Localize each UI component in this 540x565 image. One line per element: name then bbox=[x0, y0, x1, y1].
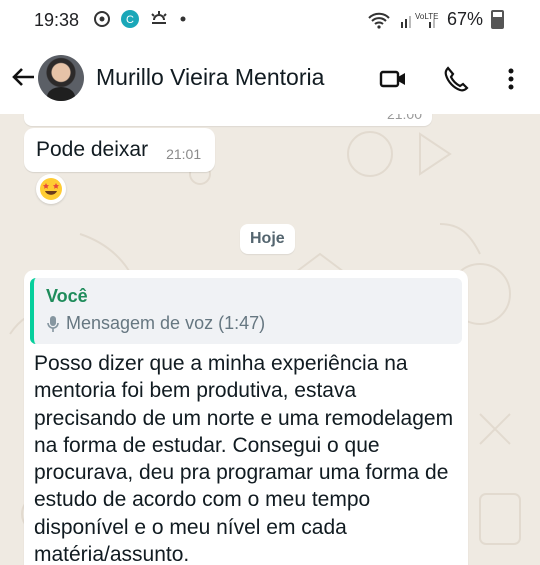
back-arrow-icon[interactable] bbox=[8, 62, 38, 92]
message-time: 21:01 bbox=[166, 146, 202, 162]
dot-icon bbox=[180, 16, 186, 22]
previous-message: 21:00 bbox=[24, 114, 432, 126]
message-text: Posso dizer que a minha experiência na m… bbox=[34, 352, 454, 565]
battery-level: 67% bbox=[446, 9, 483, 29]
video-call-icon[interactable] bbox=[378, 64, 408, 94]
chat-header: Murillo Vieira Mentoria bbox=[0, 42, 540, 114]
app-icon: C bbox=[121, 10, 139, 28]
status-time: 19:38 bbox=[34, 10, 80, 30]
notification-icons: C bbox=[92, 9, 188, 29]
reaction-emoji[interactable] bbox=[36, 174, 66, 204]
mic-icon bbox=[47, 315, 59, 332]
quoted-voice-line: Mensagem de voz (1:47) bbox=[46, 313, 450, 334]
more-icon[interactable] bbox=[496, 64, 526, 94]
chat-area[interactable]: 21:00 Pode deixar 21:01 Hoje Você Mensag… bbox=[0, 114, 540, 565]
wifi-icon bbox=[368, 12, 390, 29]
outgoing-message[interactable]: Você Mensagem de voz (1:47) Posso dizer … bbox=[24, 270, 468, 565]
signal-icon: VoLTE bbox=[400, 12, 438, 28]
contact-name[interactable]: Murillo Vieira Mentoria bbox=[96, 64, 324, 91]
whatsapp-icon bbox=[94, 11, 110, 27]
quoted-author: Você bbox=[46, 286, 88, 306]
svg-text:C: C bbox=[126, 14, 134, 26]
date-separator: Hoje bbox=[240, 224, 295, 254]
battery-icon bbox=[491, 10, 504, 29]
weather-icon bbox=[151, 11, 167, 24]
phone-icon[interactable] bbox=[440, 64, 470, 94]
status-right: VoLTE 67% bbox=[367, 9, 504, 30]
star-struck-emoji-icon bbox=[40, 178, 62, 200]
incoming-message[interactable]: Pode deixar 21:01 bbox=[24, 128, 216, 172]
message-time: 21:00 bbox=[386, 114, 422, 122]
message-text: Pode deixar bbox=[36, 138, 149, 161]
avatar[interactable] bbox=[38, 55, 84, 101]
status-bar: 19:38 C VoLTE 67% bbox=[0, 0, 540, 42]
quoted-message[interactable]: Você Mensagem de voz (1:47) bbox=[30, 278, 462, 344]
quoted-text: Mensagem de voz (1:47) bbox=[66, 313, 266, 333]
